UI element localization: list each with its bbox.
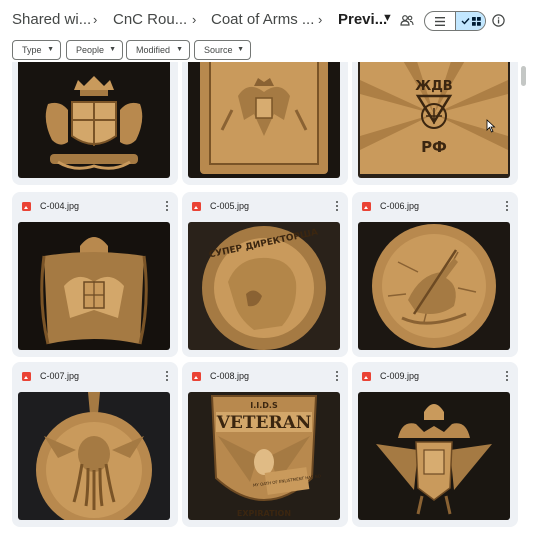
file-card-header: C-007.jpg bbox=[12, 362, 178, 392]
file-name[interactable]: C-007.jpg bbox=[40, 371, 79, 381]
folder-menu-caret-icon[interactable]: ▼ bbox=[382, 12, 393, 24]
filter-source-chip[interactable]: Source ▼ bbox=[194, 40, 251, 60]
file-thumbnail[interactable] bbox=[188, 62, 340, 178]
image-file-icon bbox=[22, 202, 31, 211]
file-card-header: C-005.jpg bbox=[182, 192, 348, 222]
filter-people-label: People bbox=[76, 45, 105, 55]
chevron-down-icon: ▼ bbox=[176, 46, 183, 53]
more-options-icon[interactable] bbox=[334, 199, 340, 213]
file-card-header: C-004.jpg bbox=[12, 192, 178, 222]
eagle-mantle-thumbnail bbox=[18, 222, 170, 350]
file-thumbnail[interactable] bbox=[358, 392, 510, 520]
veteran-eagle-thumbnail: I.I.D.S VETERAN MY OATH OF ENLISTMENT HA… bbox=[188, 392, 340, 520]
more-options-icon[interactable] bbox=[504, 369, 510, 383]
chevron-down-icon: ▼ bbox=[47, 46, 54, 53]
veteran-small-text: I.I.D.S bbox=[250, 401, 278, 410]
file-thumbnail[interactable]: СУПЕР ДИРЕКТОРША bbox=[188, 222, 340, 350]
top-bar: Shared wi... › CnC Rou... › Coat of Arms… bbox=[0, 0, 533, 40]
file-thumbnail[interactable] bbox=[18, 392, 170, 520]
file-card[interactable]: C-005.jpg СУПЕР ДИРЕКТОРША bbox=[182, 192, 348, 357]
breadcrumb-item-shared[interactable]: Shared wi... bbox=[12, 11, 91, 28]
breadcrumb-item-current[interactable]: Previ... bbox=[338, 11, 387, 28]
cthulhu-medallion-thumbnail bbox=[18, 392, 170, 520]
image-file-icon bbox=[192, 372, 201, 381]
chevron-right-icon: › bbox=[93, 12, 98, 27]
file-grid: ЖДВ РФ C-004.jpg C-005.jpg СУПЕР ДИРЕКТО… bbox=[0, 62, 518, 534]
portrait-medallion-thumbnail: СУПЕР ДИРЕКТОРША bbox=[188, 222, 340, 350]
scrollbar-thumb[interactable] bbox=[521, 66, 526, 86]
veteran-text: VETERAN bbox=[216, 413, 312, 433]
file-thumbnail[interactable] bbox=[358, 222, 510, 350]
more-options-icon[interactable] bbox=[334, 369, 340, 383]
file-name[interactable]: C-006.jpg bbox=[380, 201, 419, 211]
double-headed-eagle-thumbnail bbox=[358, 392, 510, 520]
more-options-icon[interactable] bbox=[504, 199, 510, 213]
list-view-button[interactable] bbox=[425, 12, 455, 30]
file-card[interactable]: C-009.jpg bbox=[352, 362, 518, 527]
breadcrumb-item-coat-of-arms[interactable]: Coat of Arms ... bbox=[211, 11, 314, 28]
scrollbar[interactable] bbox=[519, 62, 529, 534]
file-card-header: C-008.jpg bbox=[182, 362, 348, 392]
file-card[interactable] bbox=[182, 62, 348, 185]
grid-view-button[interactable] bbox=[455, 12, 485, 30]
st-george-medallion-thumbnail bbox=[358, 222, 510, 350]
file-thumbnail[interactable] bbox=[18, 62, 170, 178]
file-card[interactable] bbox=[12, 62, 178, 185]
russian-eagle-frame-thumbnail bbox=[188, 62, 340, 178]
chevron-right-icon: › bbox=[192, 12, 197, 27]
filter-type-chip[interactable]: Type ▼ bbox=[12, 40, 61, 60]
more-options-icon[interactable] bbox=[164, 199, 170, 213]
file-name[interactable]: C-009.jpg bbox=[380, 371, 419, 381]
image-file-icon bbox=[362, 202, 371, 211]
file-card[interactable]: C-006.jpg bbox=[352, 192, 518, 357]
file-name[interactable]: C-004.jpg bbox=[40, 201, 79, 211]
view-toggle bbox=[424, 11, 486, 31]
file-card[interactable]: C-007.jpg bbox=[12, 362, 178, 527]
zhdv-text: ЖДВ bbox=[415, 79, 452, 94]
grid-icon bbox=[471, 16, 481, 26]
file-name[interactable]: C-005.jpg bbox=[210, 201, 249, 211]
filter-modified-label: Modified bbox=[136, 45, 171, 55]
image-file-icon bbox=[192, 202, 201, 211]
more-options-icon[interactable] bbox=[164, 369, 170, 383]
people-icon[interactable] bbox=[400, 13, 414, 27]
file-card[interactable]: C-004.jpg bbox=[12, 192, 178, 357]
mouse-cursor-icon bbox=[486, 119, 496, 133]
file-card[interactable]: C-008.jpg I.I.D.S VETERAN MY OATH OF ENL… bbox=[182, 362, 348, 527]
filter-type-label: Type bbox=[22, 45, 42, 55]
image-file-icon bbox=[22, 372, 31, 381]
canada-arms-thumbnail bbox=[18, 62, 170, 178]
image-file-icon bbox=[362, 372, 371, 381]
breadcrumb-item-cnc[interactable]: CnC Rou... bbox=[113, 11, 187, 28]
chevron-down-icon: ▼ bbox=[109, 46, 116, 53]
file-card-header: C-006.jpg bbox=[352, 192, 518, 222]
filter-modified-chip[interactable]: Modified ▼ bbox=[126, 40, 190, 60]
filter-source-label: Source bbox=[204, 45, 233, 55]
info-icon[interactable] bbox=[492, 14, 505, 27]
rf-text: РФ bbox=[421, 138, 447, 156]
veteran-footer-text: EXPIRATION bbox=[237, 509, 291, 518]
filter-people-chip[interactable]: People ▼ bbox=[66, 40, 123, 60]
file-thumbnail[interactable]: I.I.D.S VETERAN MY OATH OF ENLISTMENT HA… bbox=[188, 392, 340, 520]
list-icon bbox=[435, 16, 445, 26]
file-card-header: C-009.jpg bbox=[352, 362, 518, 392]
chevron-down-icon: ▼ bbox=[237, 46, 244, 53]
file-name[interactable]: C-008.jpg bbox=[210, 371, 249, 381]
file-thumbnail[interactable] bbox=[18, 222, 170, 350]
check-icon bbox=[461, 18, 470, 25]
chevron-right-icon: › bbox=[318, 12, 323, 27]
